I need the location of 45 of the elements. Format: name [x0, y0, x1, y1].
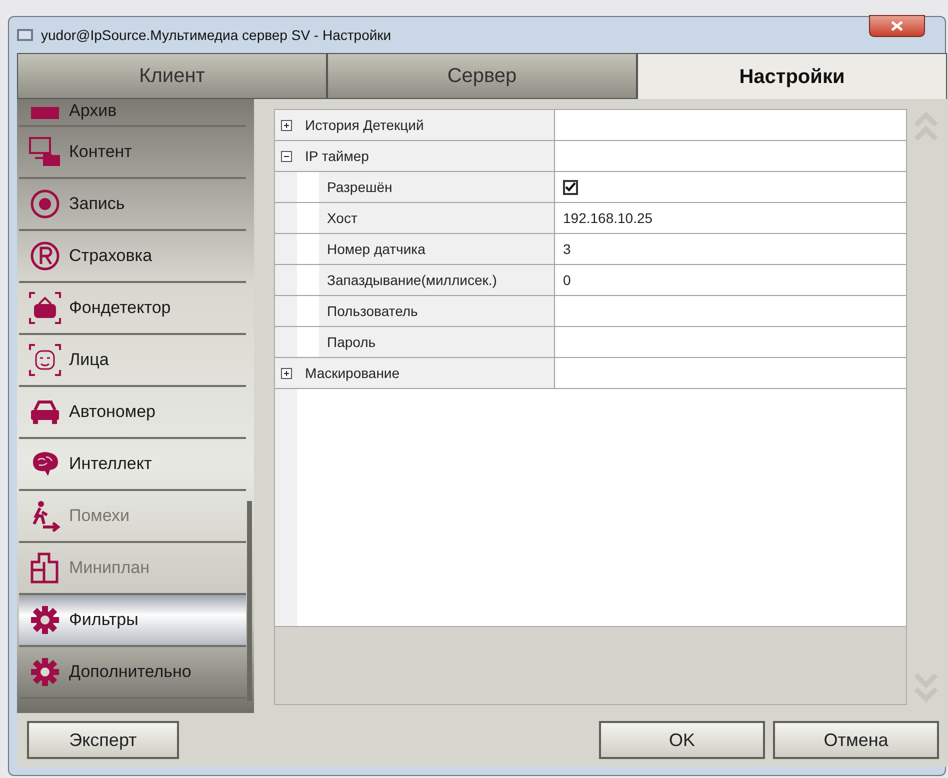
sidebar-item[interactable]: Фильтры — [19, 595, 246, 647]
scrollbar-thumb[interactable] — [247, 501, 252, 701]
window-title: yudor@IpSource.Мультимедиа сервер SV - Настройки — [41, 26, 392, 45]
close-icon — [891, 21, 903, 31]
sidebar-item[interactable]: Автономер — [19, 387, 246, 439]
sidebar-item[interactable]: Страховка — [19, 231, 246, 283]
sidebar-item[interactable]: Лица — [19, 335, 246, 387]
property-label: Номер датчика — [319, 234, 555, 264]
sidebar-item[interactable]: Фондетектор — [19, 283, 246, 335]
sidebar-item[interactable]: Архив — [19, 99, 246, 127]
checkbox[interactable] — [563, 180, 578, 194]
sidebar-item[interactable]: Дополнительно — [19, 647, 246, 699]
sidebar-item[interactable]: Запись — [19, 179, 246, 231]
gear-icon — [29, 656, 61, 688]
property-value[interactable]: 3 — [563, 238, 571, 260]
tab[interactable]: Клиент — [17, 53, 327, 99]
property-value[interactable]: 0 — [563, 270, 571, 290]
sidebar-item[interactable]: Интеллект — [19, 439, 246, 491]
face-icon — [29, 344, 61, 376]
tab[interactable]: Сервер — [327, 53, 637, 99]
tab[interactable]: Настройки — [637, 53, 947, 99]
gear-icon — [29, 604, 61, 636]
registered-icon — [29, 240, 61, 272]
property-label: Запаздывание(миллисек.) — [319, 265, 555, 295]
bag-icon — [29, 292, 61, 324]
property-label: Хост — [319, 203, 555, 233]
property-value[interactable]: 192.168.10.25 — [563, 208, 653, 228]
dialog-button[interactable]: Эксперт — [27, 721, 179, 759]
property-label: Маскирование — [297, 358, 555, 388]
property-label: История Детекций — [297, 110, 555, 140]
collapse-icon[interactable] — [280, 150, 292, 162]
record-icon — [29, 188, 61, 220]
close-button[interactable] — [869, 15, 925, 37]
property-label: Разрешён — [319, 172, 555, 202]
property-label: Пароль — [319, 327, 555, 357]
sidebar-item[interactable]: Контент — [19, 127, 246, 179]
app-icon — [17, 29, 33, 41]
dialog-button[interactable]: Отмена — [773, 721, 939, 759]
dialog-button[interactable]: OK — [599, 721, 765, 759]
property-label: IP таймер — [297, 141, 555, 171]
property-label: Пользователь — [319, 296, 555, 326]
expand-icon[interactable] — [280, 120, 292, 130]
monitor-folder-icon — [29, 136, 61, 168]
expand-icon[interactable] — [280, 368, 292, 378]
floor-plan-icon — [29, 552, 61, 584]
